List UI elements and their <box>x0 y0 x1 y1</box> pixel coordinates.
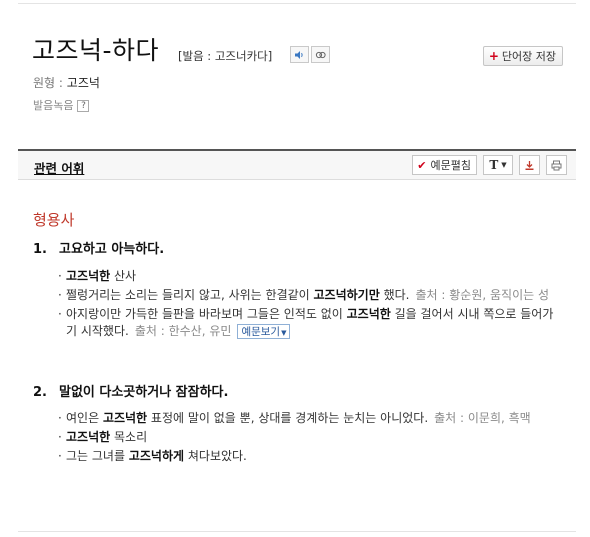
example-item: · 고즈넉한 산사 <box>58 269 137 283</box>
download-icon <box>525 160 534 170</box>
print-button[interactable] <box>546 155 567 175</box>
sense-2-examples: · 여인은 고즈넉한 표정에 말이 없을 뿐, 상대를 경계하는 눈치는 아니었다… <box>58 410 562 467</box>
save-button-label: 단어장 저장 <box>501 50 556 63</box>
example-highlight: 고즈넉하게 <box>128 449 185 463</box>
sense-number: 1. <box>33 242 47 257</box>
top-divider <box>18 3 576 4</box>
example-item: · 고즈넉한 목소리 <box>58 430 148 444</box>
example-item: · 아지랑이만 가득한 들판을 바라보며 그들은 인적도 없이 고즈넉한 길을 걸… <box>58 307 554 339</box>
print-icon <box>551 160 562 170</box>
example-highlight: 고즈넉한 <box>346 307 391 321</box>
related-words-tab[interactable]: 관련 어휘 <box>34 158 84 177</box>
toolbar-tools: ✔ 예문펼침 T ▼ <box>412 155 567 175</box>
origin-label: 원형 <box>33 76 56 90</box>
example-highlight: 고즈넉한 <box>66 430 111 444</box>
example-item: · 그는 그녀를 고즈넉하게 쳐다보았다. <box>58 449 247 463</box>
example-highlight: 고즈넉하기만 <box>313 288 380 302</box>
example-item: · 쩔렁거리는 소리는 들리지 않고, 사위는 한결같이 고즈넉하기만 했다. 출처… <box>58 288 550 302</box>
bottom-divider <box>18 531 576 532</box>
more-examples-label: 예문보기 <box>241 326 281 338</box>
audio-controls <box>290 46 332 63</box>
plus-icon: + <box>488 49 499 63</box>
help-icon[interactable]: ? <box>77 100 90 112</box>
chevron-down-icon: ▼ <box>501 161 507 169</box>
related-toolbar: 관련 어휘 ✔ 예문펼침 T ▼ <box>18 149 576 180</box>
sense-1-examples: · 고즈넉한 산사 · 쩔렁거리는 소리는 들리지 않고, 사위는 한결같이 고즈넉… <box>58 268 562 342</box>
sense-2: 2. 말없이 다소곳하거나 잠잠하다. <box>33 384 228 402</box>
headword: 고즈넉-하다 <box>32 36 160 65</box>
chevron-down-icon: ▼ <box>281 329 287 337</box>
example-highlight: 고즈넉한 <box>102 411 148 425</box>
pronunciation: [발음 : 고즈너카다] <box>178 49 273 63</box>
sense-number: 2. <box>33 385 47 400</box>
sense-definition: 고요하고 아늑하다. <box>58 242 165 257</box>
example-item: · 여인은 고즈넉한 표정에 말이 없을 뿐, 상대를 경계하는 눈치는 아니었다… <box>58 411 531 425</box>
font-size-label: T <box>489 158 499 172</box>
sense-1: 1. 고요하고 아늑하다. <box>33 241 164 259</box>
origin-value: 고즈넉 <box>66 76 100 90</box>
recording-label: 발음녹음 <box>33 99 74 112</box>
part-of-speech: 형용사 <box>33 211 75 229</box>
download-button[interactable] <box>519 155 540 175</box>
more-examples-button[interactable]: 예문보기▼ <box>237 324 291 339</box>
slow-audio-icon <box>315 51 326 58</box>
check-icon: ✔ <box>417 158 427 172</box>
font-size-button[interactable]: T ▼ <box>483 155 513 175</box>
sense-definition: 말없이 다소곳하거나 잠잠하다. <box>58 385 229 400</box>
play-audio-button[interactable] <box>290 46 309 63</box>
recording-row: 발음녹음 ? <box>33 99 90 113</box>
example-source: 출처 : 한수산, 유민 <box>134 324 232 338</box>
example-source: 출처 : 황순원, 움직이는 성 <box>415 288 550 302</box>
origin-row: 원형 : 고즈넉 <box>33 76 100 90</box>
expand-examples-label: 예문펼침 <box>430 159 471 172</box>
save-to-wordbook-button[interactable]: + 단어장 저장 <box>482 46 563 66</box>
slow-audio-button[interactable] <box>311 46 330 63</box>
speaker-icon <box>295 50 303 59</box>
expand-examples-button[interactable]: ✔ 예문펼침 <box>412 155 477 175</box>
example-highlight: 고즈넉한 <box>66 269 111 283</box>
example-source: 출처 : 이문희, 흑맥 <box>434 411 531 425</box>
